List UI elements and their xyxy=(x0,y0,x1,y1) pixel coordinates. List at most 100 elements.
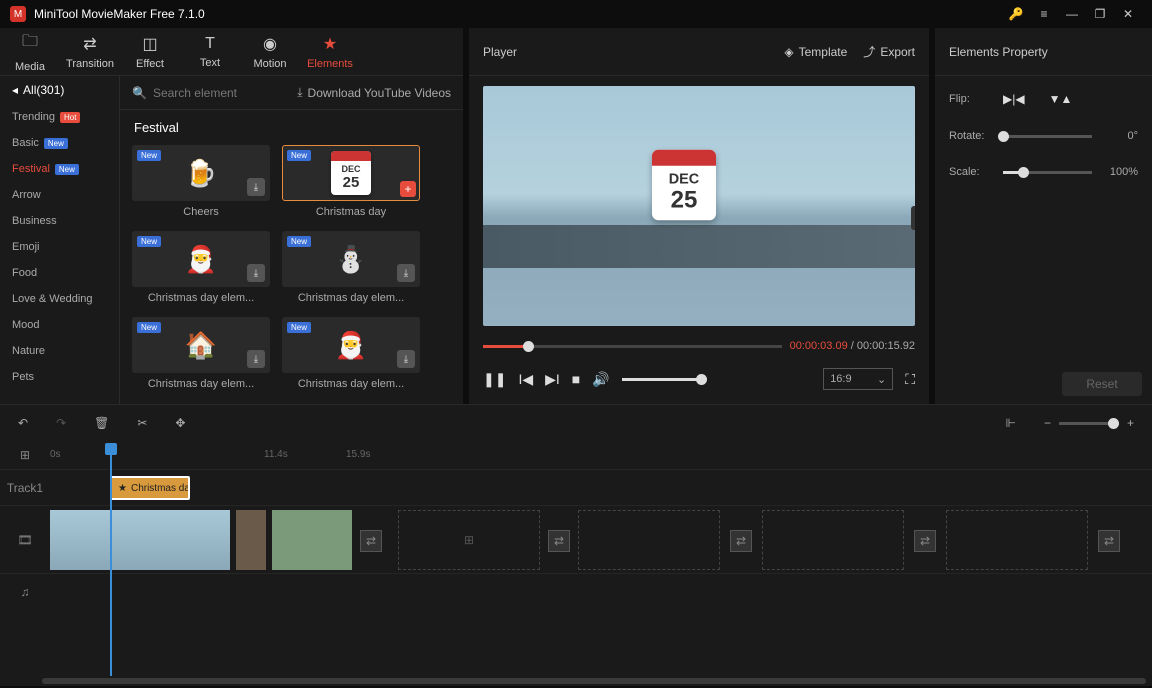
category-all[interactable]: ◂All(301) xyxy=(0,76,119,104)
download-youtube-link[interactable]: ⤓Download YouTube Videos xyxy=(297,85,451,100)
fit-button[interactable]: ⊩ xyxy=(1006,416,1016,430)
flip-horizontal-button[interactable]: ▶|◀ xyxy=(1003,92,1025,106)
rotate-slider[interactable] xyxy=(1003,135,1092,138)
category-label: Arrow xyxy=(12,189,41,201)
transition-slot[interactable]: ⇄ xyxy=(360,530,382,552)
star-icon: ★ xyxy=(118,483,127,494)
tab-text[interactable]: TText xyxy=(180,28,240,75)
tab-effect[interactable]: ◫Effect xyxy=(120,28,180,75)
volume-icon[interactable]: 🔊 xyxy=(592,371,609,388)
fullscreen-button[interactable]: ⛶ xyxy=(905,371,915,388)
tab-motion[interactable]: ◉Motion xyxy=(240,28,300,75)
download-button[interactable]: ⤓ xyxy=(247,178,265,196)
new-badge: New xyxy=(287,322,311,333)
empty-slot[interactable] xyxy=(946,510,1088,570)
element-clip[interactable]: ★ Christmas da xyxy=(110,476,190,500)
zoom-in-button[interactable]: + xyxy=(1127,416,1134,430)
timeline-ruler[interactable]: 0s 11.4s 15.9s xyxy=(50,441,1152,469)
undo-button[interactable]: ↶ xyxy=(18,416,28,430)
button-label: Export xyxy=(880,45,915,59)
add-track-button[interactable]: ⊞ xyxy=(0,448,50,462)
category-trending[interactable]: TrendingHot xyxy=(0,104,119,130)
stop-button[interactable]: ■ xyxy=(572,371,580,387)
zoom-out-button[interactable]: − xyxy=(1044,416,1051,430)
premium-key-icon[interactable]: 🔑 xyxy=(1002,0,1030,28)
transition-slot[interactable]: ⇄ xyxy=(730,530,752,552)
aspect-ratio-select[interactable]: 16:9⌄ xyxy=(823,368,893,390)
progress-bar[interactable] xyxy=(483,345,782,348)
category-food[interactable]: Food xyxy=(0,260,119,286)
tab-media[interactable]: 🗀Media xyxy=(0,28,60,75)
category-pets[interactable]: Pets xyxy=(0,364,119,390)
download-button[interactable]: ⤓ xyxy=(247,264,265,282)
tab-transition[interactable]: ⇄Transition xyxy=(60,28,120,75)
empty-slot[interactable]: ⊞ xyxy=(398,510,540,570)
flip-vertical-button[interactable]: ▼▲ xyxy=(1049,92,1073,106)
volume-slider[interactable] xyxy=(622,378,702,381)
menu-icon[interactable]: ≡ xyxy=(1030,0,1058,28)
download-button[interactable]: ⤓ xyxy=(397,350,415,368)
category-business[interactable]: Business xyxy=(0,208,119,234)
element-card[interactable]: New🍺⤓ Cheers xyxy=(132,145,270,223)
download-button[interactable]: ⤓ xyxy=(247,350,265,368)
next-frame-button[interactable]: ▶I xyxy=(545,371,560,388)
pause-button[interactable]: ❚❚ xyxy=(483,371,506,388)
category-label: All(301) xyxy=(23,83,64,97)
category-love-wedding[interactable]: Love & Wedding xyxy=(0,286,119,312)
cut-button[interactable]: ✂ xyxy=(137,416,147,430)
transition-slot[interactable]: ⇄ xyxy=(914,530,936,552)
category-basic[interactable]: BasicNew xyxy=(0,130,119,156)
library-panel: 🗀Media ⇄Transition ◫Effect TText ◉Motion… xyxy=(0,28,463,404)
scale-value: 100% xyxy=(1102,166,1138,178)
empty-slot[interactable] xyxy=(578,510,720,570)
timeline-scrollbar[interactable] xyxy=(0,676,1152,686)
video-clip[interactable] xyxy=(50,510,230,570)
video-clip[interactable] xyxy=(236,510,266,570)
element-card[interactable]: New⛄⤓ Christmas day elem... xyxy=(282,231,420,309)
element-card[interactable]: New DEC25 + Christmas day xyxy=(282,145,420,223)
clip-label: Christmas da xyxy=(131,483,190,494)
tab-label: Media xyxy=(15,61,45,73)
download-button[interactable]: ⤓ xyxy=(397,264,415,282)
category-mood[interactable]: Mood xyxy=(0,312,119,338)
close-button[interactable]: ✕ xyxy=(1114,0,1142,28)
maximize-button[interactable]: ❐ xyxy=(1086,0,1114,28)
tab-label: Motion xyxy=(253,58,286,70)
section-title: Festival xyxy=(120,110,463,139)
transition-slot[interactable]: ⇄ xyxy=(548,530,570,552)
prev-frame-button[interactable]: I◀ xyxy=(518,371,533,388)
video-preview[interactable]: DEC25 › xyxy=(483,86,915,326)
zoom-slider[interactable] xyxy=(1059,422,1119,425)
category-label: Food xyxy=(12,267,37,279)
template-button[interactable]: ◈Template xyxy=(784,45,847,59)
video-clip[interactable] xyxy=(272,510,352,570)
tab-elements[interactable]: ★Elements xyxy=(300,28,360,75)
add-button[interactable]: + xyxy=(400,181,416,197)
category-arrow[interactable]: Arrow xyxy=(0,182,119,208)
redo-button[interactable]: ↷ xyxy=(56,416,66,430)
crop-button[interactable]: ✥ xyxy=(175,416,185,430)
properties-panel: Elements Property Flip: ▶|◀ ▼▲ Rotate: 0… xyxy=(935,28,1152,404)
ruler-tick: 11.4s xyxy=(264,449,288,460)
scale-slider[interactable] xyxy=(1003,171,1092,174)
playhead[interactable] xyxy=(110,445,112,676)
element-caption: Christmas day elem... xyxy=(132,373,270,395)
properties-title: Elements Property xyxy=(935,28,1152,76)
layers-icon: ◈ xyxy=(784,45,793,59)
export-button[interactable]: ⤴Export xyxy=(863,43,915,60)
category-nature[interactable]: Nature xyxy=(0,338,119,364)
reset-button[interactable]: Reset xyxy=(1062,372,1142,396)
category-label: Festival xyxy=(12,163,50,175)
category-festival[interactable]: FestivalNew xyxy=(0,156,119,182)
panel-toggle-button[interactable]: › xyxy=(911,206,915,230)
element-card[interactable]: New🏠⤓ Christmas day elem... xyxy=(132,317,270,395)
delete-button[interactable]: 🗑 xyxy=(94,416,109,430)
element-card[interactable]: New🎅⤓ Christmas day elem... xyxy=(282,317,420,395)
search-input[interactable]: 🔍Search element xyxy=(132,86,289,100)
tab-label: Transition xyxy=(66,58,114,70)
transition-slot[interactable]: ⇄ xyxy=(1098,530,1120,552)
minimize-button[interactable]: — xyxy=(1058,0,1086,28)
category-emoji[interactable]: Emoji xyxy=(0,234,119,260)
element-card[interactable]: New🎅⤓ Christmas day elem... xyxy=(132,231,270,309)
empty-slot[interactable] xyxy=(762,510,904,570)
